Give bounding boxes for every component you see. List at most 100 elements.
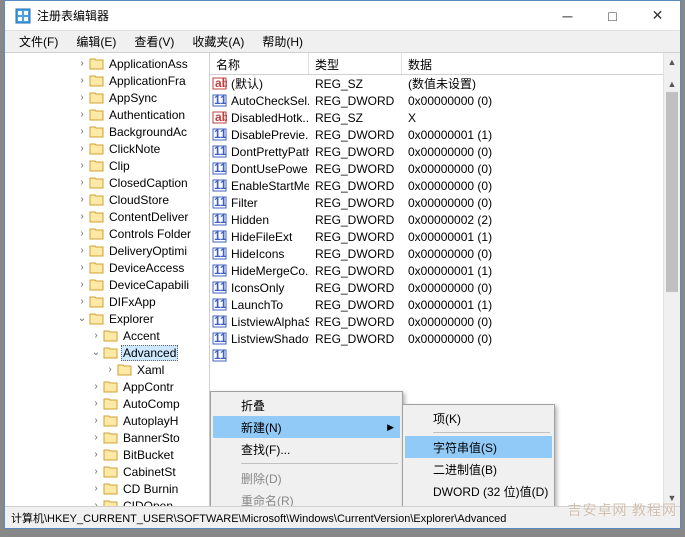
expand-closed-icon[interactable]: › — [89, 466, 103, 477]
tree-item[interactable]: ›DeviceCapabili — [5, 276, 209, 293]
list-row[interactable] — [210, 364, 680, 381]
tree-item[interactable]: ›BannerSto — [5, 429, 209, 446]
list-row[interactable]: 110HideIconsREG_DWORD0x00000000 (0) — [210, 245, 680, 262]
list-row[interactable]: 110DontUsePowe...REG_DWORD0x00000000 (0) — [210, 160, 680, 177]
col-data[interactable]: 数据 — [402, 53, 680, 74]
list-row[interactable]: 110 — [210, 347, 680, 364]
list-row[interactable]: 110DisablePrevie...REG_DWORD0x00000001 (… — [210, 126, 680, 143]
expand-closed-icon[interactable]: › — [75, 279, 89, 290]
expand-closed-icon[interactable]: › — [89, 381, 103, 392]
list-row[interactable]: 110LaunchToREG_DWORD0x00000001 (1) — [210, 296, 680, 313]
menu-item[interactable]: 二进制值(B) — [405, 458, 552, 480]
tree-panel[interactable]: ›ApplicationAss›ApplicationFra›AppSync›A… — [5, 53, 210, 506]
scroll-thumb[interactable] — [666, 92, 678, 292]
tree-item[interactable]: ›ContentDeliver — [5, 208, 209, 225]
expand-closed-icon[interactable]: › — [89, 415, 103, 426]
list-row[interactable]: 110EnableStartMe...REG_DWORD0x00000000 (… — [210, 177, 680, 194]
folder-icon — [89, 295, 104, 308]
tree-item[interactable]: ›AutoplayH — [5, 412, 209, 429]
expand-closed-icon[interactable]: › — [75, 262, 89, 273]
expand-closed-icon[interactable]: › — [75, 58, 89, 69]
expand-closed-icon[interactable]: › — [75, 109, 89, 120]
list-header[interactable]: 名称 类型 数据 — [210, 53, 680, 75]
expand-closed-icon[interactable]: › — [75, 211, 89, 222]
tree-item[interactable]: ⌄Advanced — [5, 344, 209, 361]
expand-closed-icon[interactable]: › — [89, 432, 103, 443]
list-row[interactable]: 110FilterREG_DWORD0x00000000 (0) — [210, 194, 680, 211]
expand-closed-icon[interactable]: › — [75, 126, 89, 137]
expand-closed-icon[interactable]: › — [75, 245, 89, 256]
list-row[interactable]: 110HideMergeCo...REG_DWORD0x00000001 (1) — [210, 262, 680, 279]
expand-closed-icon[interactable]: › — [75, 228, 89, 239]
tree-item[interactable]: ›CD Burnin — [5, 480, 209, 497]
list-row[interactable]: ab(默认)REG_SZ(数值未设置) — [210, 75, 680, 92]
tree-item[interactable]: ›DeviceAccess — [5, 259, 209, 276]
tree-item[interactable]: ›Clip — [5, 157, 209, 174]
list-row[interactable]: 110DontPrettyPathREG_DWORD0x00000000 (0) — [210, 143, 680, 160]
list-row[interactable]: 110ListviewAlphaS...REG_DWORD0x00000000 … — [210, 313, 680, 330]
menu-item[interactable]: QWORD (64 位)值(Q) — [405, 502, 552, 506]
menu-item[interactable]: DWORD (32 位)值(D) — [405, 480, 552, 502]
titlebar[interactable]: 注册表编辑器 ─ □ ✕ — [5, 1, 680, 31]
expand-closed-icon[interactable]: › — [89, 449, 103, 460]
maximize-button[interactable]: □ — [590, 1, 635, 31]
tree-item[interactable]: ›CloudStore — [5, 191, 209, 208]
tree-item[interactable]: ⌄Explorer — [5, 310, 209, 327]
menu-item[interactable]: 帮助(H) — [254, 31, 311, 52]
tree-item[interactable]: ›ClickNote — [5, 140, 209, 157]
tree-item[interactable]: ›Accent — [5, 327, 209, 344]
expand-closed-icon[interactable]: › — [75, 177, 89, 188]
expand-closed-icon[interactable]: › — [75, 75, 89, 86]
tree-item[interactable]: ›Authentication — [5, 106, 209, 123]
menu-item[interactable]: 文件(F) — [11, 31, 66, 52]
tree-item[interactable]: ›DeliveryOptimi — [5, 242, 209, 259]
menu-item[interactable]: 字符串值(S) — [405, 436, 552, 458]
tree-item[interactable]: ›AppContr — [5, 378, 209, 395]
list-row[interactable]: 110IconsOnlyREG_DWORD0x00000000 (0) — [210, 279, 680, 296]
menu-item[interactable]: 项(K) — [405, 407, 552, 429]
tree-item[interactable]: ›CIDOpen — [5, 497, 209, 506]
tree-item[interactable]: ›Xaml — [5, 361, 209, 378]
context-menu[interactable]: 折叠新建(N)▶查找(F)...删除(D)重命名(R)导出(E)权限(P)...… — [210, 391, 403, 506]
col-type[interactable]: 类型 — [309, 53, 402, 74]
list-scrollbar[interactable]: ▲ ▼ — [663, 75, 680, 506]
expand-closed-icon[interactable]: › — [89, 483, 103, 494]
submenu-new[interactable]: 项(K) 字符串值(S)二进制值(B)DWORD (32 位)值(D)QWORD … — [402, 404, 555, 506]
expand-closed-icon[interactable]: › — [89, 500, 103, 506]
menu-item[interactable]: 折叠 — [213, 394, 400, 416]
expand-open-icon[interactable]: ⌄ — [89, 347, 103, 358]
tree-item[interactable]: ›ApplicationFra — [5, 72, 209, 89]
close-button[interactable]: ✕ — [635, 1, 680, 31]
tree-item[interactable]: ›BackgroundAc — [5, 123, 209, 140]
tree-item[interactable]: ›DIFxApp — [5, 293, 209, 310]
tree-item[interactable]: ›BitBucket — [5, 446, 209, 463]
menu-item[interactable]: 查找(F)... — [213, 438, 400, 460]
tree-item[interactable]: ›CabinetSt — [5, 463, 209, 480]
expand-closed-icon[interactable]: › — [75, 143, 89, 154]
col-name[interactable]: 名称 — [210, 53, 309, 74]
tree-item[interactable]: ›AppSync — [5, 89, 209, 106]
expand-closed-icon[interactable]: › — [103, 364, 117, 375]
expand-closed-icon[interactable]: › — [89, 330, 103, 341]
scroll-up-icon[interactable]: ▲ — [664, 75, 680, 92]
expand-closed-icon[interactable]: › — [75, 296, 89, 307]
menu-item[interactable]: 新建(N)▶ — [213, 416, 400, 438]
list-row[interactable]: 110HideFileExtREG_DWORD0x00000001 (1) — [210, 228, 680, 245]
expand-closed-icon[interactable]: › — [89, 398, 103, 409]
list-row[interactable]: abDisabledHotk...REG_SZX — [210, 109, 680, 126]
tree-item[interactable]: ›ApplicationAss — [5, 55, 209, 72]
tree-item[interactable]: ›Controls Folder — [5, 225, 209, 242]
minimize-button[interactable]: ─ — [545, 1, 590, 31]
list-row[interactable]: 110HiddenREG_DWORD0x00000002 (2) — [210, 211, 680, 228]
tree-item[interactable]: ›AutoComp — [5, 395, 209, 412]
menu-item[interactable]: 查看(V) — [126, 31, 182, 52]
expand-closed-icon[interactable]: › — [75, 194, 89, 205]
menu-item[interactable]: 编辑(E) — [68, 31, 124, 52]
list-row[interactable]: 110ListviewShadowREG_DWORD0x00000000 (0) — [210, 330, 680, 347]
list-row[interactable]: 110AutoCheckSel...REG_DWORD0x00000000 (0… — [210, 92, 680, 109]
expand-open-icon[interactable]: ⌄ — [75, 313, 89, 324]
menu-item[interactable]: 收藏夹(A) — [184, 31, 252, 52]
tree-item[interactable]: ›ClosedCaption — [5, 174, 209, 191]
expand-closed-icon[interactable]: › — [75, 160, 89, 171]
expand-closed-icon[interactable]: › — [75, 92, 89, 103]
